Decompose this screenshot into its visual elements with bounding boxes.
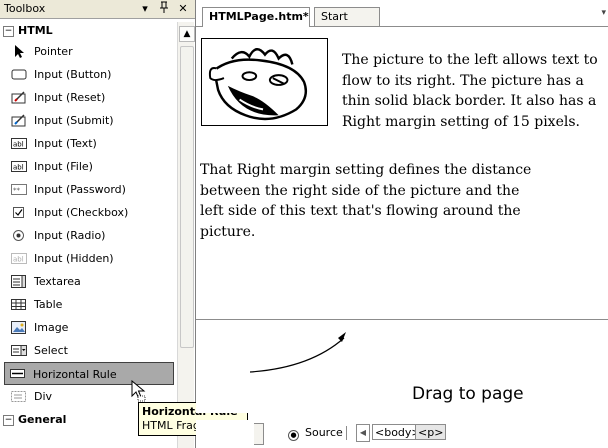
pointer-icon	[15, 45, 24, 58]
toolbox-item-input-button[interactable]: Input (Button)	[0, 63, 176, 86]
toolbox-item-image[interactable]: Image	[0, 316, 176, 339]
mouse-cursor-icon	[131, 380, 146, 402]
document-tab-bar: HTMLPage.htm* Start Page ▾	[196, 0, 608, 41]
div-icon	[11, 391, 26, 402]
checkbox-icon	[13, 207, 24, 218]
design-view-tab[interactable]	[254, 423, 264, 445]
editor-status-bar: ● Source ◀ <body> <p>	[196, 420, 608, 448]
cartoon-face-image[interactable]	[201, 38, 328, 126]
submit-icon	[11, 114, 26, 127]
select-icon	[11, 345, 27, 356]
wrapped-paragraph[interactable]: The picture to the left allows text to f…	[342, 50, 608, 132]
toolbox-item-input-submit[interactable]: Input (Submit)	[0, 109, 176, 132]
drag-arrow-icon	[250, 332, 346, 373]
file-input-icon: abl	[11, 161, 27, 172]
scroll-up-icon[interactable]: ▲	[179, 26, 195, 42]
collapse-icon[interactable]: −	[3, 26, 14, 37]
toolbox-item-label: Textarea	[34, 275, 81, 288]
dropdown-icon[interactable]: ▾	[138, 1, 152, 16]
toolbox-item-label: Pointer	[34, 45, 73, 58]
toolbox-item-label: Input (Text)	[34, 137, 97, 150]
toolbox-item-label: Table	[34, 298, 63, 311]
toolbox-item-label: Select	[34, 344, 68, 357]
flow-paragraph[interactable]: That Right margin setting defines the di…	[200, 160, 608, 242]
source-view-tab[interactable]: ● Source	[288, 424, 343, 442]
toolbox-item-label: Input (File)	[34, 160, 93, 173]
toolbox-list: − HTML Pointer Input (Button) Input (Res…	[0, 22, 176, 429]
category-label: HTML	[18, 24, 53, 37]
toolbox-item-table[interactable]: Table	[0, 293, 176, 316]
toolbox-item-input-reset[interactable]: Input (Reset)	[0, 86, 176, 109]
hidden-input-icon: abl	[11, 253, 27, 264]
toolbox-item-label: Input (Radio)	[34, 229, 106, 242]
toolbox-item-label: Input (Password)	[34, 183, 126, 196]
status-divider	[346, 426, 347, 440]
toolbox-item-input-checkbox[interactable]: Input (Checkbox)	[0, 201, 176, 224]
tag-nav-left-icon[interactable]: ◀	[356, 424, 370, 442]
horizontal-rule-icon	[10, 369, 25, 378]
toolbox-item-label: Input (Checkbox)	[34, 206, 129, 219]
toolbox-item-label: Div	[34, 390, 53, 403]
close-icon[interactable]: ✕	[176, 1, 190, 16]
toolbox-item-label: Input (Reset)	[34, 91, 106, 104]
image-icon	[11, 321, 26, 334]
scrollbar-thumb[interactable]	[180, 46, 194, 348]
svg-text:abl: abl	[13, 256, 24, 264]
toolbox-item-input-text[interactable]: abl Input (Text)	[0, 132, 176, 155]
toolbox-item-input-radio[interactable]: Input (Radio)	[0, 224, 176, 247]
tab-start-page[interactable]: Start Page	[314, 7, 380, 41]
toolbox-item-input-file[interactable]: abl Input (File)	[0, 155, 176, 178]
textarea-icon	[11, 275, 26, 288]
drag-callout-label: Drag to page	[412, 384, 524, 404]
svg-text:**: **	[13, 187, 21, 195]
toolbox-scrollbar[interactable]: ▲	[177, 22, 195, 448]
toolbox-item-textarea[interactable]: Textarea	[0, 270, 176, 293]
button-icon	[11, 69, 27, 80]
toolbox-item-label: Horizontal Rule	[33, 368, 117, 381]
svg-text:abl: abl	[13, 141, 24, 149]
category-html[interactable]: − HTML	[0, 22, 176, 40]
collapse-icon[interactable]: −	[3, 415, 14, 426]
tab-list-dropdown-icon[interactable]: ▾	[601, 8, 606, 18]
tab-htmlpage[interactable]: HTMLPage.htm*	[202, 7, 310, 27]
source-icon: ●	[288, 430, 299, 441]
horizontal-rule[interactable]	[196, 319, 608, 320]
source-label: Source	[305, 426, 343, 439]
category-label: General	[18, 413, 67, 426]
toolbox-item-label: Image	[34, 321, 69, 334]
toolbox-title-bar: Toolbox ▾ ✕	[0, 0, 195, 19]
toolbox-panel: Toolbox ▾ ✕ − HTML Pointer Input (Button…	[0, 0, 196, 448]
reset-icon	[11, 91, 26, 104]
svg-text:abl: abl	[13, 164, 24, 172]
toolbox-item-pointer[interactable]: Pointer	[0, 40, 176, 63]
tag-selector-p[interactable]: <p>	[415, 424, 447, 440]
toolbox-item-input-password[interactable]: ** Input (Password)	[0, 178, 176, 201]
toolbox-item-select[interactable]: Select	[0, 339, 176, 362]
toolbox-item-label: Input (Hidden)	[34, 252, 114, 265]
pin-icon[interactable]	[157, 1, 171, 16]
table-icon	[11, 299, 26, 310]
toolbox-item-horizontal-rule[interactable]: Horizontal Rule	[4, 362, 174, 385]
password-icon: **	[11, 184, 27, 195]
toolbox-title: Toolbox	[4, 2, 46, 15]
toolbox-item-input-hidden[interactable]: abl Input (Hidden)	[0, 247, 176, 270]
radio-icon	[13, 230, 24, 241]
toolbox-item-label: Input (Button)	[34, 68, 112, 81]
textbox-icon: abl	[11, 138, 27, 149]
toolbox-item-label: Input (Submit)	[34, 114, 114, 127]
